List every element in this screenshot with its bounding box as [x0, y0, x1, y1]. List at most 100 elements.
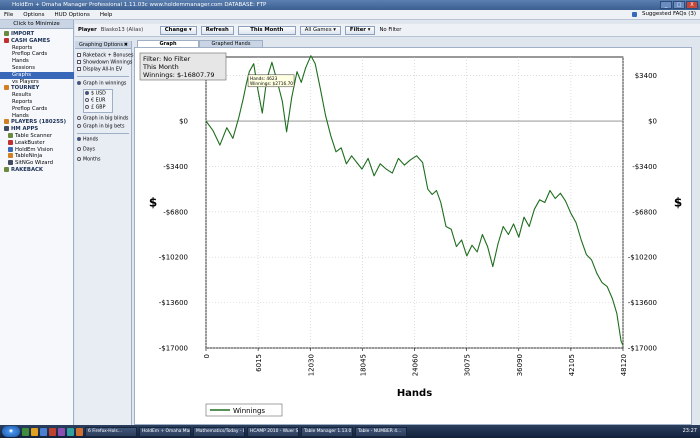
taskbar-item[interactable]: HCAMP 2010 - Wuer S... [247, 426, 299, 437]
quicklaunch-icon[interactable] [31, 427, 38, 436]
sidebar-item-label: HM APPS [11, 126, 39, 133]
date-range-button[interactable]: This Month [237, 25, 296, 35]
quicklaunch-icon[interactable] [49, 427, 56, 436]
player-value: Blasko13 (Alias) [100, 27, 144, 33]
y-tick-label-left: -$13600 [159, 299, 188, 307]
showdown-checkbox[interactable]: Showdown Winnings [77, 60, 132, 67]
rakeback-checkbox[interactable]: Rakeback + Bonuses [77, 53, 133, 60]
sidebar-item-label: IMPORT [11, 31, 35, 37]
checkbox-icon [77, 60, 81, 64]
showdown-label: Showdown Winnings [83, 60, 133, 66]
change-player-button[interactable]: Change ▾ [159, 25, 197, 35]
menu-help[interactable]: Help [100, 12, 113, 18]
section-icon [4, 119, 9, 125]
section-icon [4, 167, 9, 172]
y-tick-label-right: $0 [648, 118, 657, 126]
start-button[interactable]: ◉ [2, 426, 20, 437]
period-months-label: Months [83, 157, 101, 163]
divider [77, 76, 129, 77]
menu-file[interactable]: File [4, 12, 13, 18]
period-hands-radio[interactable]: Hands [77, 137, 98, 144]
usd-label: $ USD [91, 91, 106, 97]
x-tick-label: 48120 [620, 354, 628, 376]
close-panel-icon[interactable]: ✖ [124, 41, 128, 49]
refresh-button[interactable]: Refresh [200, 25, 234, 35]
toolbar: Player Blasko13 (Alias) Change ▾ Refresh… [75, 24, 700, 37]
sidebar-item-label: Preflop Cards [12, 51, 48, 58]
app-icon [8, 133, 13, 138]
eur-label: € EUR [91, 98, 106, 104]
y-tick-label-right: -$13600 [628, 299, 657, 307]
x-axis-label: Hands [397, 388, 432, 399]
x-tick-label: 18045 [359, 354, 367, 376]
minimize-window-button[interactable]: _ [660, 1, 672, 9]
taskbar-item[interactable]: Table Manager 1.13.01... [301, 426, 353, 437]
quicklaunch-icon[interactable] [58, 427, 65, 436]
filter-button[interactable]: Filter ▾ [344, 25, 376, 35]
quicklaunch-icon[interactable] [76, 427, 83, 436]
graph-in-bb-radio[interactable]: Graph in big blinds [77, 116, 128, 123]
menu-hud-options[interactable]: HUD Options [54, 12, 89, 18]
info-line: Filter: No Filter [143, 55, 191, 63]
quicklaunch-icon[interactable] [40, 427, 47, 436]
tab-graphed-hands[interactable]: Graphed Hands [199, 40, 263, 47]
sidebar-item-label: Reports [12, 99, 33, 105]
y-tick-label-left: $0 [179, 118, 188, 126]
quicklaunch-icon[interactable] [22, 427, 29, 436]
divider [77, 133, 129, 134]
sidebar-item-label: LeakBuster [15, 139, 45, 146]
y-axis-label-right: $ [674, 196, 682, 210]
app-icon [8, 160, 13, 166]
y-tick-label-left: -$6800 [163, 208, 188, 216]
checkbox-icon [77, 53, 81, 57]
radio-icon [85, 91, 89, 95]
radio-icon [77, 147, 81, 151]
menu-bar: File Options HUD Options Help Suggested … [0, 10, 700, 20]
y-tick-label-right: -$17000 [628, 345, 657, 353]
allin-ev-checkbox[interactable]: Display All-In EV [77, 67, 122, 74]
sidebar-item-label: RAKEBACK [11, 167, 44, 173]
x-tick-label: 0 [203, 354, 211, 358]
y-tick-label-right: -$10200 [628, 254, 657, 262]
gbp-radio[interactable]: £ GBP [85, 105, 105, 112]
radio-icon [77, 137, 81, 141]
sidebar-item-label: CASH GAMES [11, 37, 51, 44]
y-tick-label-left: -$17000 [159, 345, 188, 353]
period-days-radio[interactable]: Days [77, 147, 95, 154]
close-window-button[interactable]: X [686, 1, 698, 9]
section-icon [4, 37, 9, 43]
info-box: Filter: No FilterThis MonthWinnings: $-1… [139, 52, 227, 81]
x-tick-label: 36090 [516, 354, 524, 376]
games-dropdown[interactable]: All Games ▾ [299, 25, 341, 35]
minimize-sidebar-button[interactable]: Click to Minimize [0, 20, 73, 29]
filter-label: Filter [349, 26, 366, 33]
menu-options[interactable]: Options [23, 12, 44, 18]
filter-status: No Filter [379, 27, 402, 33]
taskbar-item[interactable]: HoldEm + Omaha Man... [139, 426, 191, 437]
graph-in-bets-label: Graph in big bets [83, 124, 125, 130]
eur-radio[interactable]: € EUR [85, 98, 105, 105]
graph-in-winnings-radio[interactable]: Graph in winnings [77, 81, 126, 88]
sidebar-item-label: HoldEm Vision [15, 146, 54, 153]
sidebar-item-rakeback[interactable]: RAKEBACK [0, 167, 74, 174]
period-months-radio[interactable]: Months [77, 157, 101, 164]
graph-in-bets-radio[interactable]: Graph in big bets [77, 124, 124, 131]
quicklaunch-icon[interactable] [67, 427, 74, 436]
legend-label: Winnings [233, 407, 265, 415]
usd-radio[interactable]: $ USD [85, 91, 106, 98]
taskbar-item[interactable]: 6 Firefox-Hols... [85, 426, 137, 437]
suggested-faqs-link[interactable]: Suggested FAQs (3) [631, 11, 696, 17]
window-title: HoldEm + Omaha Manager Professional 1.11… [12, 2, 267, 8]
tooltip-line: Winnings: $2716.70 [250, 81, 293, 87]
taskbar-item[interactable]: Mathematics/Today - Li... [193, 426, 245, 437]
tab-graph[interactable]: Graph [137, 40, 199, 47]
title-bar: HoldEm + Omaha Manager Professional 1.11… [0, 0, 700, 10]
taskbar-item[interactable]: Table - NUMBER 4... [355, 426, 407, 437]
sidebar-item-label: Table Scanner [15, 133, 53, 139]
clock: 23:27 [682, 428, 697, 434]
radio-icon [85, 98, 89, 102]
sidebar: Click to Minimize IMPORT CASH GAMES Report… [0, 20, 74, 425]
radio-icon [77, 157, 81, 161]
x-tick-label: 24060 [412, 354, 420, 376]
maximize-window-button[interactable]: □ [673, 1, 685, 9]
